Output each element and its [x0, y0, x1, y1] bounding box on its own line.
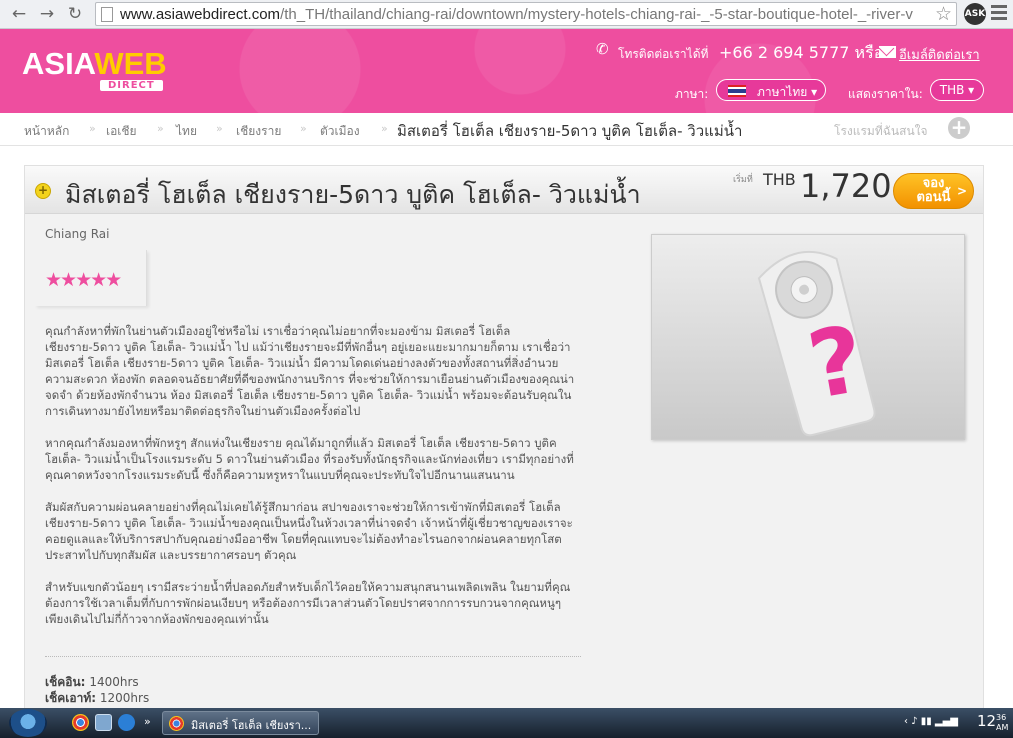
- price-value: 1,720: [800, 167, 892, 205]
- taskbar-browser-window[interactable]: มิสเตอรี่ โฮเต็ล เชียงรา...: [162, 711, 319, 735]
- browser-toolbar: ← → ↻ www.asiawebdirect.com/th_TH/thaila…: [0, 0, 1013, 29]
- clock-hour[interactable]: 12: [977, 712, 996, 730]
- breadcrumb-home[interactable]: หน้าหลัก: [24, 122, 69, 141]
- hotel-title-bar: + มิสเตอรี่ โฮเต็ล เชียงราย-5ดาว บูติค โ…: [25, 166, 983, 214]
- breadcrumb-separator: »: [300, 122, 307, 135]
- breadcrumb-separator: »: [157, 122, 164, 135]
- bookmark-star-icon[interactable]: ☆: [935, 3, 952, 25]
- email-contact-link[interactable]: อีเมล์ติดต่อเรา: [899, 44, 980, 65]
- breadcrumb-current: มิสเตอรี่ โฮเต็ล เชียงราย-5ดาว บูติค โฮเ…: [397, 122, 743, 140]
- currency-select[interactable]: THB ▾: [930, 79, 984, 101]
- expand-plus-icon[interactable]: +: [35, 183, 51, 199]
- clock-minute[interactable]: 36: [996, 713, 1006, 722]
- currency-label: แสดงราคาใน:: [848, 87, 923, 101]
- thai-flag-icon: [728, 85, 746, 97]
- breadcrumb-separator: »: [381, 122, 388, 135]
- asiawebdirect-logo[interactable]: ASIAWEB DIRECT: [22, 48, 167, 91]
- os-taskbar: » มิสเตอรี่ โฮเต็ล เชียงรา... ‹ ♪ ▮▮ ▂▄▆…: [0, 708, 1013, 738]
- breadcrumb-downtown[interactable]: ตัวเมือง: [320, 122, 360, 141]
- section-divider: [45, 656, 581, 657]
- hotel-title: มิสเตอรี่ โฮเต็ล เชียงราย-5ดาว บูติค โฮเ…: [65, 180, 641, 209]
- interest-list-label[interactable]: โรงแรมที่ฉันสนใจ: [834, 122, 928, 141]
- star-rating-icon: ★★★★★: [45, 269, 122, 291]
- language-label: ภาษา:: [675, 87, 709, 101]
- site-header: ASIAWEB DIRECT ✆ โทรติดต่อเราได้ที่ +66 …: [0, 29, 1013, 113]
- hotel-city: Chiang Rai: [45, 227, 110, 241]
- chrome-icon: [169, 716, 184, 731]
- breadcrumb-chiang-rai[interactable]: เชียงราย: [236, 122, 281, 141]
- phone-icon: ✆: [596, 40, 609, 58]
- address-bar[interactable]: www.asiawebdirect.com/th_TH/thailand/chi…: [95, 2, 957, 26]
- breadcrumb-separator: »: [216, 122, 223, 135]
- hotel-panel: + มิสเตอรี่ โฮเต็ล เชียงราย-5ดาว บูติค โ…: [24, 165, 984, 738]
- description-paragraph: คุณกำลังหาที่พักในย่านตัวเมืองอยู่ใช่หรื…: [45, 324, 575, 418]
- internet-explorer-icon[interactable]: [118, 714, 135, 731]
- ask-toolbar-icon[interactable]: ASK: [964, 3, 986, 25]
- back-icon[interactable]: ←: [8, 3, 30, 25]
- start-button-icon[interactable]: [9, 709, 47, 737]
- language-select[interactable]: ภาษาไทย ▾: [716, 79, 826, 101]
- description-paragraph: สัมผัสกับความผ่อนคลายอย่างที่คุณไม่เคยได…: [45, 500, 573, 562]
- chevron-right-icon: >: [956, 184, 967, 198]
- price-from-label: เริ่มที่: [733, 175, 753, 185]
- url-text[interactable]: www.asiawebdirect.com/th_TH/thailand/chi…: [120, 6, 925, 23]
- star-rating-box: ★★★★★: [35, 250, 147, 306]
- quicklaunch-chevron-icon[interactable]: »: [144, 715, 151, 728]
- call-label: โทรติดต่อเราได้ที่: [618, 47, 709, 61]
- description-paragraph: สำหรับแขกตัวน้อยๆ เรามีสระว่ายน้ำที่ปลอด…: [45, 580, 571, 626]
- breadcrumb-thailand[interactable]: ไทย: [176, 122, 197, 141]
- breadcrumb: หน้าหลัก » เอเชีย » ไทย » เชียงราย » ตัว…: [0, 113, 1013, 146]
- page-icon: [101, 7, 113, 22]
- clock-ampm[interactable]: AM: [996, 723, 1008, 732]
- reload-icon[interactable]: ↻: [64, 3, 86, 25]
- call-number: +66 2 694 5777 หรือ: [719, 43, 884, 62]
- hotel-description: คุณกำลังหาที่พักในย่านตัวเมืองอยู่ใช่หรื…: [45, 323, 581, 643]
- chrome-icon[interactable]: [72, 714, 89, 731]
- description-paragraph: หากคุณกำลังมองหาที่พักหรูๆ สักแห่งในเชีย…: [45, 436, 574, 482]
- price-currency: THB: [763, 170, 796, 189]
- mystery-hotel-image: ?: [651, 234, 965, 440]
- browser-menu-icon[interactable]: [991, 5, 1007, 23]
- book-now-button[interactable]: จอง ตอนนี้ >: [893, 173, 974, 209]
- add-to-list-icon[interactable]: +: [948, 117, 970, 139]
- mail-icon: [879, 46, 896, 58]
- door-hanger-question-icon: ?: [757, 250, 876, 437]
- breadcrumb-asia[interactable]: เอเชีย: [106, 122, 137, 141]
- system-tray-icons[interactable]: ‹ ♪ ▮▮ ▂▄▆: [904, 716, 958, 727]
- breadcrumb-separator: »: [89, 122, 96, 135]
- desktop-icon[interactable]: [95, 714, 112, 731]
- checkout-info: เช็คเอาท์: 1200hrs: [45, 691, 150, 705]
- forward-icon[interactable]: →: [36, 3, 58, 25]
